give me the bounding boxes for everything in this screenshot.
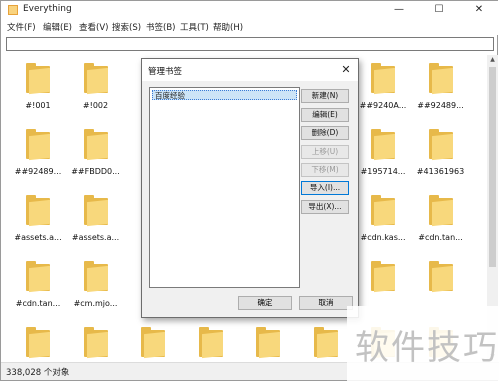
dialog-title: 管理书签	[148, 67, 183, 77]
folder-icon	[371, 129, 395, 161]
folder-item[interactable]	[355, 261, 411, 299]
folder-label: #cdn.kas...	[360, 233, 406, 242]
folder-icon	[371, 195, 395, 227]
folder-item[interactable]: #assets.a...	[68, 195, 124, 242]
folder-icon	[83, 327, 108, 359]
everything-app-icon	[8, 5, 18, 15]
close-button[interactable]: ✕	[465, 1, 493, 19]
folder-icon	[26, 129, 50, 161]
folder-label: ##92489...	[14, 167, 62, 176]
edit-bookmark-button[interactable]: 编辑(E)	[301, 108, 349, 122]
folder-label: #195714...	[360, 167, 406, 176]
menu-edit[interactable]: 编辑(E)	[43, 21, 72, 33]
folder-icon	[198, 327, 223, 359]
folder-icon	[428, 261, 453, 293]
folder-icon	[371, 261, 395, 293]
folder-label: #cdn.tan...	[418, 233, 463, 242]
menu-bookmarks[interactable]: 书签(B)	[146, 21, 175, 33]
folder-item[interactable]: ##9240A...	[355, 63, 411, 110]
folder-label: #!001	[25, 101, 51, 110]
folder-item[interactable]: #cdn.kas...	[355, 195, 411, 242]
folder-icon	[26, 261, 50, 293]
menu-tools[interactable]: 工具(T)	[180, 21, 209, 33]
move-down-button[interactable]: 下移(M)	[301, 163, 349, 177]
watermark-text: 软件技巧	[355, 328, 499, 368]
menu-file[interactable]: 文件(F)	[7, 21, 36, 33]
folder-label: #assets.a...	[14, 233, 62, 242]
dialog-close-button[interactable]: ✕	[338, 62, 354, 78]
manage-bookmarks-dialog: 管理书签 ✕ 百度经验 新建(N) 编辑(E) 删除(D) 上移(U) 下移(M…	[141, 58, 359, 318]
folder-item[interactable]: #cm.mjo...	[68, 261, 124, 308]
scroll-up-icon[interactable]: ▲	[487, 55, 498, 65]
maximize-button[interactable]: ☐	[425, 1, 453, 19]
folder-item[interactable]: ##92489...	[413, 63, 469, 110]
folder-item[interactable]: #assets.a...	[10, 195, 66, 242]
folder-icon	[83, 129, 108, 161]
menu-search[interactable]: 搜索(S)	[112, 21, 141, 33]
export-button[interactable]: 导出(X)...	[301, 200, 349, 214]
folder-item[interactable]	[183, 327, 239, 362]
search-input[interactable]	[6, 37, 494, 51]
folder-label: #assets.a...	[71, 233, 120, 242]
move-up-button[interactable]: 上移(U)	[301, 145, 349, 159]
folder-icon	[428, 195, 453, 227]
folder-item[interactable]: #195714...	[355, 129, 411, 176]
object-count: 338,028 个对象	[6, 368, 70, 378]
folder-item[interactable]: #!002	[68, 63, 124, 110]
dialog-title-bar: 管理书签 ✕	[142, 59, 358, 81]
folder-label: #cm.mjo...	[73, 299, 118, 308]
new-bookmark-button[interactable]: 新建(N)	[301, 89, 349, 103]
folder-icon	[313, 327, 338, 359]
folder-label: ##92489...	[417, 101, 464, 110]
folder-icon	[26, 63, 50, 95]
folder-label: #!002	[82, 101, 109, 110]
folder-item[interactable]: ##FBDD0...	[68, 129, 124, 176]
folder-icon	[256, 327, 280, 359]
scroll-thumb[interactable]	[489, 67, 496, 267]
folder-label: ##FBDD0...	[71, 167, 120, 176]
folder-item[interactable]: #cdn.tan...	[413, 195, 469, 242]
folder-icon	[83, 63, 108, 95]
folder-item[interactable]: #!001	[10, 63, 66, 110]
menu-help[interactable]: 帮助(H)	[213, 21, 243, 33]
ok-button[interactable]: 确定	[238, 296, 292, 310]
bookmark-list[interactable]: 百度经验	[149, 87, 300, 288]
folder-item[interactable]	[298, 327, 354, 362]
bookmark-item[interactable]: 百度经验	[152, 90, 297, 100]
import-button[interactable]: 导入(I)...	[301, 181, 349, 195]
menu-view[interactable]: 查看(V)	[79, 21, 108, 33]
menu-bar: 文件(F) 编辑(E) 查看(V) 搜索(S) 书签(B) 工具(T) 帮助(H…	[1, 19, 499, 35]
title-bar: Everything — ☐ ✕	[1, 1, 499, 19]
folder-item[interactable]	[240, 327, 296, 362]
folder-label: #41361963	[416, 167, 465, 176]
folder-item[interactable]: ##92489...	[10, 129, 66, 176]
minimize-button[interactable]: —	[385, 1, 413, 19]
folder-item[interactable]	[125, 327, 181, 362]
folder-icon	[83, 261, 108, 293]
window-title: Everything	[23, 4, 72, 14]
cancel-button[interactable]: 取消	[299, 296, 353, 310]
folder-icon	[26, 195, 50, 227]
folder-label: #cdn.tan...	[15, 299, 61, 308]
folder-icon	[428, 129, 453, 161]
folder-item[interactable]: #cdn.tan...	[10, 261, 66, 308]
folder-icon	[428, 63, 453, 95]
folder-icon	[83, 195, 108, 227]
folder-item[interactable]	[413, 261, 469, 299]
folder-icon	[26, 327, 50, 359]
folder-item[interactable]	[10, 327, 66, 362]
folder-icon	[141, 327, 165, 359]
folder-icon	[371, 63, 395, 95]
folder-item[interactable]: #41361963	[413, 129, 469, 176]
folder-label: ##9240A...	[359, 101, 407, 110]
delete-bookmark-button[interactable]: 删除(D)	[301, 126, 349, 140]
folder-item[interactable]	[68, 327, 124, 362]
